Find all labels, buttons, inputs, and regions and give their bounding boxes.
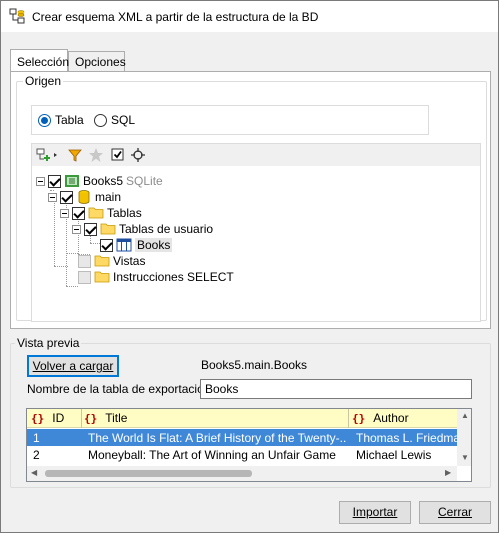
radio-tabla[interactable]: Tabla [38,113,84,127]
collapse-toggle[interactable] [72,224,81,234]
sqlite-database-icon [65,175,79,187]
folder-icon [94,271,110,283]
select-statements-folder-label: Instrucciones SELECT [113,270,234,284]
table-row[interactable]: 2 Moneyball: The Art of Winning an Unfai… [27,446,457,463]
tab-panel-seleccion: Origen Tabla SQL Books5 SQLite main Tabl… [10,71,491,329]
tab-seleccion[interactable]: Selección [10,49,69,71]
tree-line [66,286,78,287]
export-name-label: Nombre de la tabla de exportación: [27,382,214,396]
db-tree-panel: Books5 SQLite main Tablas Tablas de usua… [31,143,481,322]
xml-element-icon: {} [352,411,366,425]
cell-title: The World Is Flat: A Brief History of th… [88,431,346,445]
column-header-label: Title [105,411,128,425]
scroll-left-icon[interactable]: ◀ [31,468,37,477]
tree-node-schema[interactable]: main [48,189,121,205]
xml-element-icon: {} [31,411,45,425]
node-checkbox[interactable] [78,270,91,284]
node-checkbox[interactable] [100,238,113,252]
column-header-author[interactable]: {} Author [352,411,409,425]
tree-node-user-tables[interactable]: Tablas de usuario [72,221,213,237]
grid-header: {} ID {} Title {} Author [27,409,457,428]
folder-icon [94,255,110,267]
schema-name: main [95,190,122,204]
node-checkbox[interactable] [78,254,91,268]
column-separator[interactable] [81,409,82,428]
horizontal-scroll-thumb[interactable] [45,470,252,477]
node-checkbox[interactable] [72,206,85,220]
tree-node-tables[interactable]: Tablas [60,205,142,221]
tab-opciones[interactable]: Opciones [68,51,126,72]
reload-button[interactable]: Volver a cargar [27,355,119,377]
check-icon[interactable] [110,147,126,163]
locate-icon[interactable] [130,147,146,163]
cell-id: 2 [33,448,40,462]
export-name-input[interactable]: Books [200,379,472,399]
radio-tabla-indicator[interactable] [38,113,51,127]
node-checkbox[interactable] [60,190,73,204]
origin-legend: Origen [23,74,64,88]
folder-icon [88,207,104,219]
radio-sql-label: SQL [111,113,136,127]
tree-node-select-statements[interactable]: Instrucciones SELECT [78,269,234,285]
origin-group: Origen Tabla SQL Books5 SQLite main Tabl… [16,74,487,322]
preview-legend: Vista previa [15,336,82,350]
tree-line [66,253,78,254]
node-checkbox[interactable] [84,222,97,236]
preview-path: Books5.main.Books [201,358,308,372]
schema-cylinder-icon [78,190,90,204]
tree-node-database[interactable]: Books5 SQLite [36,173,163,189]
table-name: Books [135,238,173,252]
preview-grid: {} ID {} Title {} Author 1 The World Is … [26,408,472,482]
scroll-right-icon[interactable]: ▶ [445,468,451,477]
horizontal-scrollbar[interactable]: ◀ ▶ [27,466,457,481]
title-bar: Crear esquema XML a partir de la estruct… [1,1,498,32]
tree-toolbar [32,144,480,166]
tables-folder-label: Tablas [107,206,142,220]
scroll-up-icon[interactable]: ▲ [461,411,469,420]
close-button-label: Cerrar [437,505,472,519]
export-name-value: Books [205,382,239,396]
tree-node-views[interactable]: Vistas [78,253,145,269]
chevron-right-icon[interactable] [52,147,60,163]
column-header-label: Author [373,411,409,425]
close-button[interactable]: Cerrar [419,501,491,524]
node-checkbox[interactable] [48,174,61,188]
views-folder-label: Vistas [113,254,146,268]
collapse-toggle[interactable] [60,208,69,218]
folder-icon [100,223,116,235]
xml-element-icon: {} [84,411,98,425]
radio-tabla-label: Tabla [55,113,84,127]
table-icon [116,238,132,252]
tree-node-books-table[interactable]: Books [100,237,173,253]
radio-sql-indicator[interactable] [94,113,107,127]
collapse-toggle[interactable] [48,192,57,202]
table-row[interactable]: 1 The World Is Flat: A Brief History of … [27,429,457,446]
xml-schema-db-icon [9,8,25,24]
column-header-title[interactable]: {} Title [84,411,127,425]
radio-sql[interactable]: SQL [94,113,135,127]
cell-id: 1 [33,431,40,445]
reload-button-label: Volver a cargar [32,359,114,373]
database-name: Books5 [83,174,124,188]
cell-title: Moneyball: The Art of Winning an Unfair … [88,448,336,462]
dialog-window: Crear esquema XML a partir de la estruct… [0,0,499,533]
column-header-id[interactable]: {} ID [31,411,64,425]
cell-author: Michael Lewis [356,448,432,462]
window-title: Crear esquema XML a partir de la estruct… [32,10,319,24]
column-separator[interactable] [348,409,349,428]
source-radio-box: Tabla SQL [31,105,429,135]
vertical-scrollbar[interactable]: ▲ ▼ [457,409,471,466]
scroll-down-icon[interactable]: ▼ [461,453,469,462]
tree-line [54,197,55,266]
favorite-star-icon[interactable] [88,147,104,163]
cell-author: Thomas L. Friedman [356,431,457,445]
import-button[interactable]: Importar [339,501,411,524]
import-button-label: Importar [352,505,398,519]
add-node-icon[interactable] [36,147,52,163]
collapse-toggle[interactable] [36,176,45,186]
user-tables-folder-label: Tablas de usuario [119,222,214,236]
database-type: SQLite [126,174,163,188]
filter-icon[interactable] [67,147,83,163]
column-header-label: ID [52,411,65,425]
